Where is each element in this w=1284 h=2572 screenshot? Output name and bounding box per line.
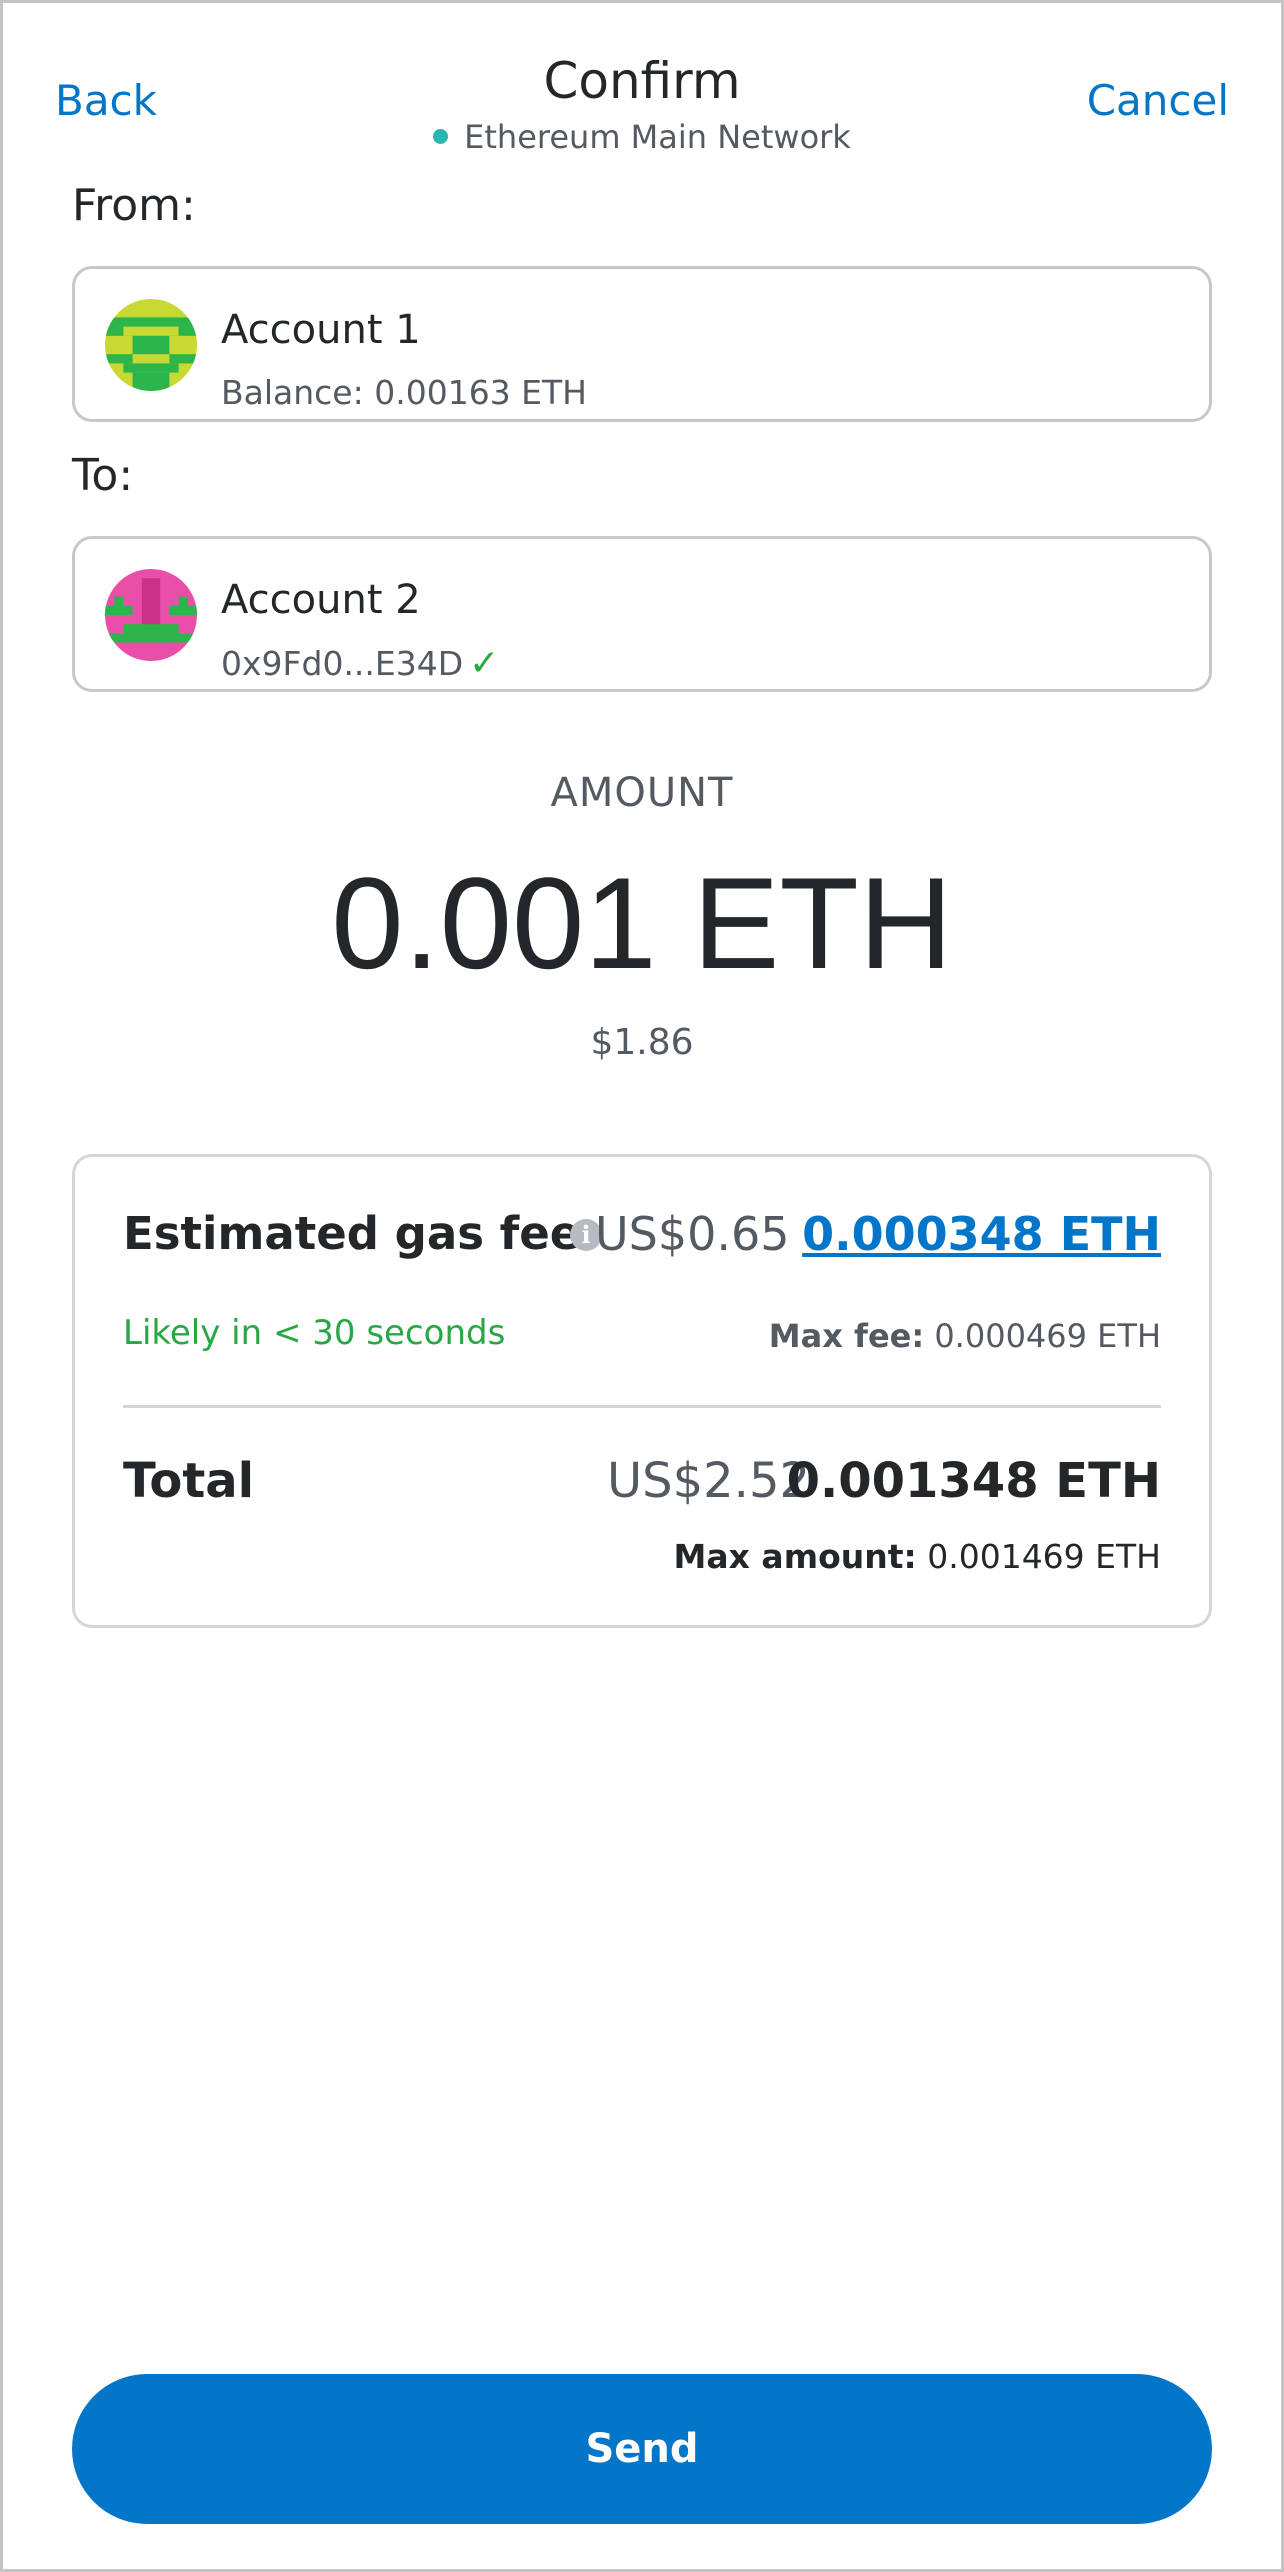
to-account-card[interactable]: Account 2 0x9Fd0...E34D ✓ <box>72 536 1212 692</box>
to-label: To: <box>72 450 134 501</box>
max-fee-label: Max fee: <box>768 1317 925 1355</box>
from-account-name: Account 1 <box>221 307 421 353</box>
amount-value: 0.001 ETH <box>331 850 953 996</box>
estimated-gas-fee-label: Estimated gas fee <box>123 1207 581 1260</box>
to-address-text: 0x9Fd0...E34D <box>221 644 464 683</box>
max-fee-value: 0.000469 ETH <box>934 1317 1161 1355</box>
max-amount-label: Max amount: <box>673 1537 917 1576</box>
fee-summary-card: Estimated gas fee i US$0.65 0.000348 ETH… <box>72 1154 1212 1628</box>
from-account-balance: Balance: 0.00163 ETH <box>221 373 587 412</box>
amount-fiat-value: $1.86 <box>590 1022 694 1063</box>
total-label: Total <box>123 1453 255 1509</box>
send-button[interactable]: Send <box>72 2374 1212 2524</box>
fee-divider <box>123 1405 1161 1408</box>
network-name: Ethereum Main Network <box>464 118 851 156</box>
account-1-avatar <box>105 299 197 391</box>
max-amount-value: 0.001469 ETH <box>927 1537 1161 1576</box>
from-account-card[interactable]: Account 1 Balance: 0.00163 ETH <box>72 266 1212 422</box>
max-amount: Max amount: 0.001469 ETH <box>674 1537 1161 1576</box>
amount-label: AMOUNT <box>550 770 734 816</box>
network-status-dot <box>433 128 449 144</box>
to-account-address: 0x9Fd0...E34D ✓ <box>221 643 499 684</box>
from-label: From: <box>72 180 196 231</box>
account-2-avatar <box>105 569 197 661</box>
total-fiat: US$2.52 <box>607 1453 811 1509</box>
gas-fee-eth-link[interactable]: 0.000348 ETH <box>802 1207 1161 1261</box>
check-icon: ✓ <box>469 643 500 684</box>
total-eth: 0.001348 ETH <box>786 1453 1161 1509</box>
to-account-name: Account 2 <box>221 577 421 623</box>
cancel-button[interactable]: Cancel <box>1087 76 1229 125</box>
max-fee: Max fee: 0.000469 ETH <box>769 1317 1161 1355</box>
gas-fee-fiat: US$0.65 <box>595 1207 790 1261</box>
gas-time-estimate: Likely in < 30 seconds <box>123 1313 506 1353</box>
